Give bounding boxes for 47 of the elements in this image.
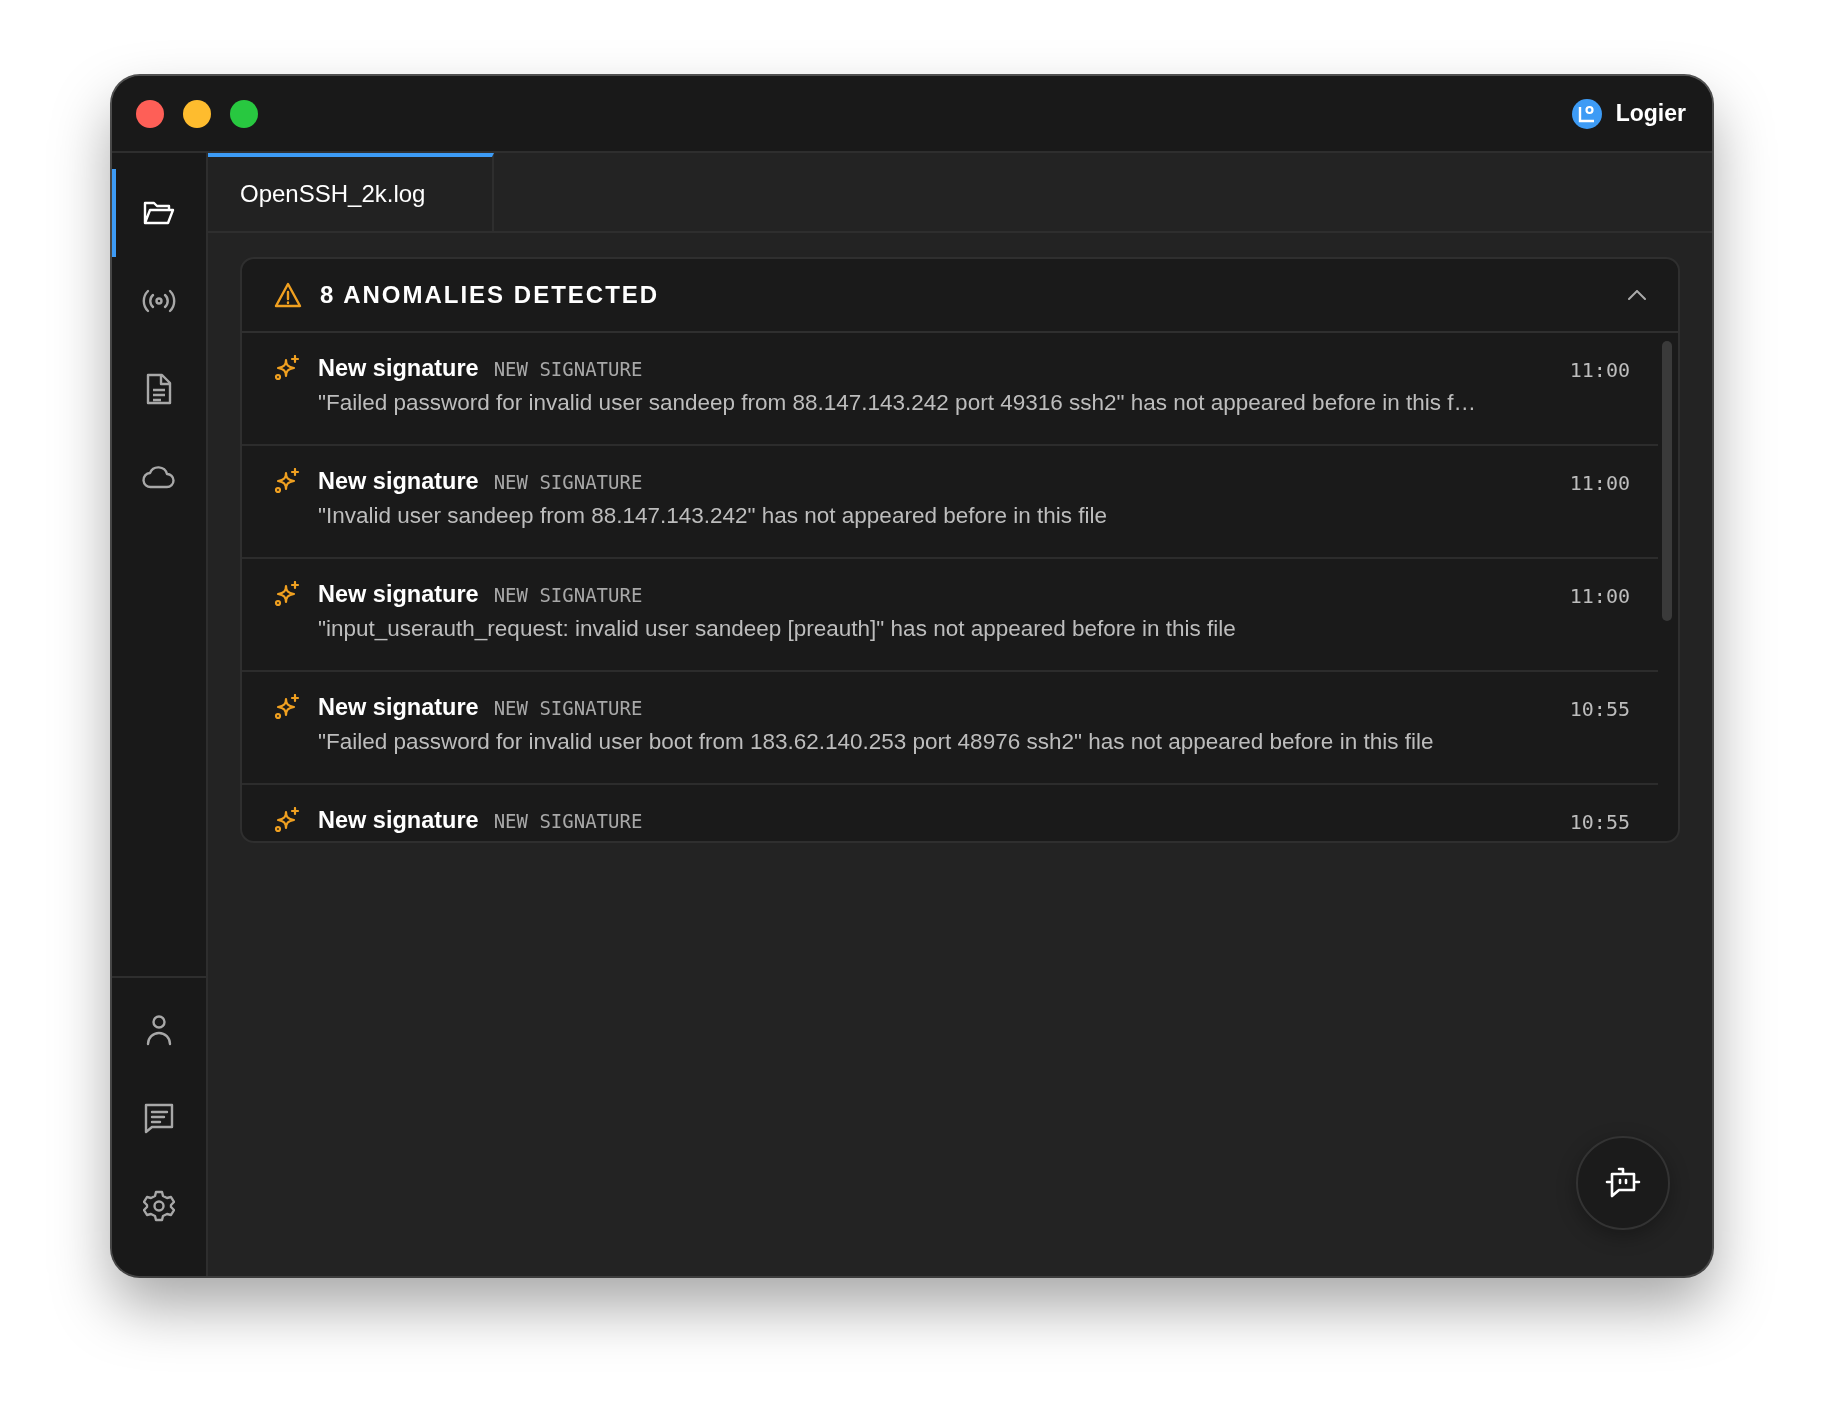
anomaly-time: 10:55 [1569,697,1630,721]
anomaly-time: 11:00 [1569,584,1630,608]
scrollbar[interactable] [1662,341,1672,621]
anomaly-title: New signature [318,355,479,382]
anomaly-item[interactable]: New signature NEW SIGNATURE "Failed password for invalid user sandeep from 88.147.143.242 port 49316 ssh2" has not appeared before in this f… 11:00 [242,333,1658,446]
anomaly-tag: NEW SIGNATURE [493,471,643,493]
anomaly-description: "Failed password for invalid user sandeep from 88.147.143.242 port 49316 ssh2" has not appeared before in this f… [318,390,1477,416]
sparkle-icon [274,807,300,833]
settings-icon [143,1190,175,1222]
folder-icon [143,199,175,227]
anomaly-title: New signature [318,807,479,834]
anomaly-time: 11:00 [1569,358,1630,382]
anomaly-item[interactable]: New signature NEW SIGNATURE "Failed password for invalid user boot from 183.62.140.253 port 48976 ssh2" has not appeared before in this file 10:55 [242,672,1658,785]
anomalies-header[interactable]: 8 ANOMALIES DETECTED [242,259,1678,333]
anomaly-tag: NEW SIGNATURE [493,584,643,606]
anomaly-item[interactable]: New signature NEW SIGNATURE 10:55 [242,785,1658,841]
anomaly-item[interactable]: New signature NEW SIGNATURE "input_userauth_request: invalid user sandeep [preauth]" has not appeared before in this file 11:00 [242,559,1658,672]
cloud-icon [142,465,176,489]
app-name: Logier [1615,100,1686,127]
file-tab[interactable]: OpenSSH_2k.log [208,153,494,231]
minimize-button[interactable] [183,99,211,128]
anomalies-title: 8 ANOMALIES DETECTED [320,281,661,309]
anomaly-tag: NEW SIGNATURE [493,697,643,719]
warning-icon [274,282,302,308]
zoom-button[interactable] [230,99,258,128]
user-icon [146,1014,172,1046]
sparkle-icon [274,694,300,720]
robot-chat-icon [1605,1166,1641,1200]
close-button[interactable] [136,99,164,128]
anomaly-tag: NEW SIGNATURE [493,358,643,380]
sparkle-icon [274,581,300,607]
anomaly-time: 11:00 [1569,471,1630,495]
anomaly-title: New signature [318,581,479,608]
anomaly-item[interactable]: New signature NEW SIGNATURE "Invalid user sandeep from 88.147.143.242" has not appeared before in this file 11:00 [242,446,1658,559]
anomaly-tag: NEW SIGNATURE [493,810,643,832]
anomaly-title: New signature [318,694,479,721]
anomaly-description: "Invalid user sandeep from 88.147.143.242" has not appeared before in this file [318,503,1108,529]
broadcast-icon [142,289,176,313]
logo-icon [1571,98,1602,129]
anomaly-description: "input_userauth_request: invalid user sandeep [preauth]" has not appeared before in this file [318,616,1237,642]
anomaly-description: "Failed password for invalid user boot from 183.62.140.253 port 48976 ssh2" has not appeared before in this file [318,729,1435,755]
sparkle-icon [274,468,300,494]
chat-icon [142,1102,176,1134]
anomaly-time: 10:55 [1569,810,1630,834]
anomaly-title: New signature [318,468,479,495]
document-icon [146,373,172,405]
sparkle-icon [274,355,300,381]
